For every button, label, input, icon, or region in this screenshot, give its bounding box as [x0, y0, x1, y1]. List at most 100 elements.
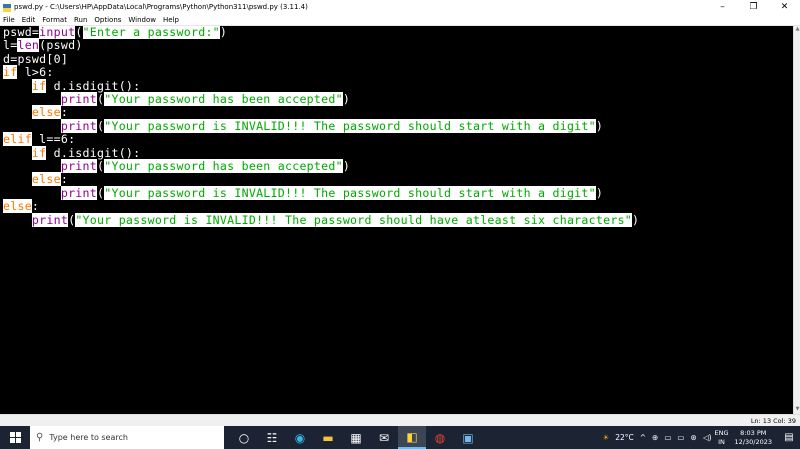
code-line: l=len(pswd)	[3, 38, 83, 53]
system-tray: ☀ 22°C ^ ⊕ ▭ ▭ ⊛ ◁) ENG IN 8:03 PM 12/30…	[599, 426, 800, 449]
minimize-button[interactable]: –	[707, 0, 738, 14]
code-token-plain: :	[60, 172, 69, 187]
microsoft-store-icon[interactable]: ▦	[342, 426, 370, 449]
close-button[interactable]: ✕	[769, 0, 800, 14]
code-line: print("Your password is INVALID!!! The p…	[3, 118, 604, 133]
edge-browser-icon[interactable]: ◉	[286, 426, 314, 449]
code-token-plain: l>6:	[17, 65, 54, 80]
clock[interactable]: 8:03 PM 12/30/2023	[735, 429, 772, 447]
code-token-kw: else	[3, 199, 32, 214]
clock-date: 12/30/2023	[734, 437, 772, 446]
code-token-plain: )	[219, 26, 228, 39]
code-token-bi: print	[60, 159, 97, 173]
status-bar: Ln: 13 Col: 39	[0, 414, 800, 426]
menu-options[interactable]: Options	[94, 14, 121, 25]
network-icon[interactable]: ⊕	[652, 433, 658, 442]
code-token-bi: print	[60, 92, 97, 106]
menu-file[interactable]: File	[3, 14, 15, 25]
code-token-plain: d.isdigit():	[46, 78, 141, 93]
code-token-plain: :	[60, 105, 69, 120]
python-idle-taskbar-icon[interactable]: ◧	[398, 426, 426, 449]
menu-format[interactable]: Format	[42, 14, 67, 25]
code-line: pswd=input("Enter a password:")	[3, 26, 227, 39]
code-token-kw: elif	[3, 132, 32, 147]
widgets-icon[interactable]: ☷	[258, 426, 286, 449]
code-token-plain: )	[595, 118, 604, 133]
chrome-icon[interactable]: ◍	[426, 426, 454, 449]
code-token-bi: print	[60, 118, 97, 133]
volume-icon[interactable]: ◁)	[703, 433, 712, 442]
windows-logo-icon	[9, 432, 21, 443]
code-line: else:	[3, 172, 69, 187]
code-token-kw: else	[31, 105, 61, 120]
window-title: pswd.py - C:\Users\HP\AppData\Local\Prog…	[14, 3, 308, 11]
code-token-plain: )	[595, 185, 604, 200]
code-token-str: "Your password is INVALID!!! The passwor…	[104, 185, 596, 200]
display-icon[interactable]: ▭	[664, 433, 671, 442]
code-token-plain: )	[342, 92, 351, 106]
chevron-up-icon[interactable]: ^	[640, 433, 646, 442]
code-token-plain: )	[632, 212, 640, 227]
code-token-str: "Your password is INVALID!!! The passwor…	[75, 212, 633, 227]
globe-icon[interactable]: ⊛	[691, 433, 697, 442]
code-token-bi: print	[60, 185, 97, 200]
mail-icon[interactable]: ✉	[370, 426, 398, 449]
code-token-str: "Your password has been accepted"	[104, 159, 343, 173]
code-token-str: "Your password has been accepted"	[104, 92, 343, 106]
code-line: else:	[3, 199, 39, 214]
code-line: if d.isdigit():	[3, 78, 141, 93]
start-button[interactable]	[0, 426, 30, 449]
python-app-icon[interactable]: ▣	[454, 426, 482, 449]
menu-bar: File Edit Format Run Options Window Help	[0, 14, 800, 26]
code-token-str: "Enter a password:"	[82, 26, 220, 39]
code-token-kw: if	[31, 78, 47, 93]
maximize-button[interactable]: ❐	[738, 0, 769, 14]
language-bottom: IN	[718, 437, 725, 446]
search-placeholder: Type here to search	[49, 433, 128, 442]
vertical-scrollbar[interactable]: ▲ ▼	[793, 26, 800, 414]
code-token-plain: (	[75, 26, 83, 39]
code-line: if d.isdigit():	[3, 145, 141, 160]
code-line: print("Your password has been accepted")	[3, 92, 351, 106]
battery-icon[interactable]: ▭	[677, 433, 684, 442]
code-token-plain: pswd=	[3, 26, 40, 39]
taskbar: ⚲ Type here to search ○ ☷ ◉ ▬ ▦ ✉ ◧ ◍ ▣ …	[0, 426, 800, 449]
code-line: if l>6:	[3, 65, 54, 80]
menu-edit[interactable]: Edit	[22, 14, 36, 25]
python-idle-icon	[3, 3, 11, 12]
taskbar-search[interactable]: ⚲ Type here to search	[30, 426, 224, 449]
code-token-plain: d=pswd[0]	[3, 51, 69, 66]
language-indicator[interactable]: ENG IN	[715, 429, 729, 447]
scroll-up-icon[interactable]: ▲	[794, 26, 800, 34]
code-editor[interactable]: pswd=input("Enter a password:") l=len(psw…	[0, 26, 793, 414]
code-token-bi: print	[31, 212, 69, 227]
language-top: ENG	[714, 428, 729, 437]
notification-icon[interactable]: ▤	[778, 426, 800, 449]
code-token-plain: d.isdigit():	[46, 145, 141, 160]
menu-help[interactable]: Help	[163, 14, 179, 25]
clock-time: 8:03 PM	[740, 428, 767, 437]
code-token-kw: if	[3, 65, 18, 80]
weather-temp[interactable]: 22°C	[615, 433, 634, 442]
code-token-plain: l==6:	[31, 132, 76, 147]
weather-icon[interactable]: ☀	[602, 433, 609, 442]
code-token-plain: l=	[3, 38, 18, 53]
code-line: print("Your password is INVALID!!! The p…	[3, 185, 604, 200]
file-explorer-icon[interactable]: ▬	[314, 426, 342, 449]
code-line: else:	[3, 105, 69, 120]
code-token-str: "Your password is INVALID!!! The passwor…	[104, 118, 596, 133]
scroll-down-icon[interactable]: ▼	[794, 406, 800, 414]
menu-window[interactable]: Window	[128, 14, 156, 25]
task-view-icon[interactable]: ○	[230, 426, 258, 449]
menu-run[interactable]: Run	[74, 14, 87, 25]
code-line: print("Your password has been accepted")	[3, 159, 350, 173]
code-token-kw: else	[31, 172, 61, 187]
